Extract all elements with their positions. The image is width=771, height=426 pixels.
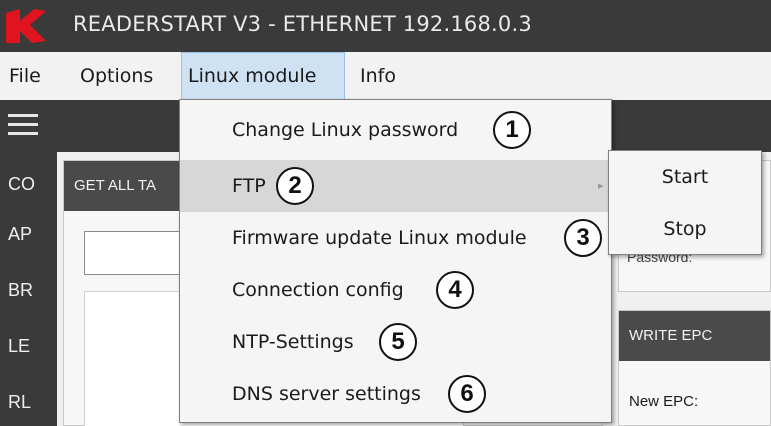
sidebar-item-le[interactable]: LE [0,322,57,370]
ftp-stop[interactable]: Stop [609,203,761,255]
linux-module-dropdown: Change Linux password 1 FTP 2 ▸ Firmware… [179,99,612,423]
menu-linux-module[interactable]: Linux module [181,52,345,100]
window-title: READERSTART V3 - ETHERNET 192.168.0.3 [73,12,532,36]
submenu-arrow-icon: ▸ [598,180,604,192]
sidebar-item-br[interactable]: BR [0,266,57,314]
new-epc-label: New EPC: [629,393,699,410]
sidebar-item-ap[interactable]: AP [0,210,57,258]
write-epc-panel: WRITE EPC New EPC: [618,310,771,426]
sidebar-item-rl[interactable]: RL [0,378,57,426]
write-epc-header: WRITE EPC [619,311,770,361]
menu-change-linux-password[interactable]: Change Linux password 1 [180,104,611,156]
callout-badge: 6 [448,375,486,413]
menu-ftp[interactable]: FTP 2 ▸ [180,160,611,212]
callout-badge: 4 [436,271,474,309]
app-logo [6,9,46,43]
hamburger-icon[interactable] [8,114,38,136]
menu-firmware-update[interactable]: Firmware update Linux module 3 [180,212,611,264]
menu-item-label: NTP-Settings [232,331,354,353]
menu-ntp-settings[interactable]: NTP-Settings 5 [180,316,611,368]
callout-badge: 3 [564,219,602,257]
callout-badge: 5 [379,323,417,361]
ftp-submenu: Start Stop [608,150,762,255]
menu-options[interactable]: Options [80,52,153,100]
menu-file[interactable]: File [9,52,41,100]
menu-dns-server-settings[interactable]: DNS server settings 6 [180,368,611,420]
menu-bar: File Options Linux module Info [0,52,771,100]
menu-item-label: DNS server settings [232,383,421,405]
sidebar-item-co[interactable]: CO [0,160,57,208]
menu-info[interactable]: Info [360,52,396,100]
title-bar: READERSTART V3 - ETHERNET 192.168.0.3 [0,0,771,52]
sidebar: CO AP BR LE RL [0,100,57,426]
menu-item-label: Firmware update Linux module [232,227,527,249]
callout-badge: 2 [276,167,314,205]
menu-connection-config[interactable]: Connection config 4 [180,264,611,316]
menu-item-label: FTP [232,175,266,197]
ftp-start[interactable]: Start [609,151,761,203]
callout-badge: 1 [493,111,531,149]
menu-item-label: Connection config [232,279,404,301]
menu-item-label: Change Linux password [232,119,459,141]
